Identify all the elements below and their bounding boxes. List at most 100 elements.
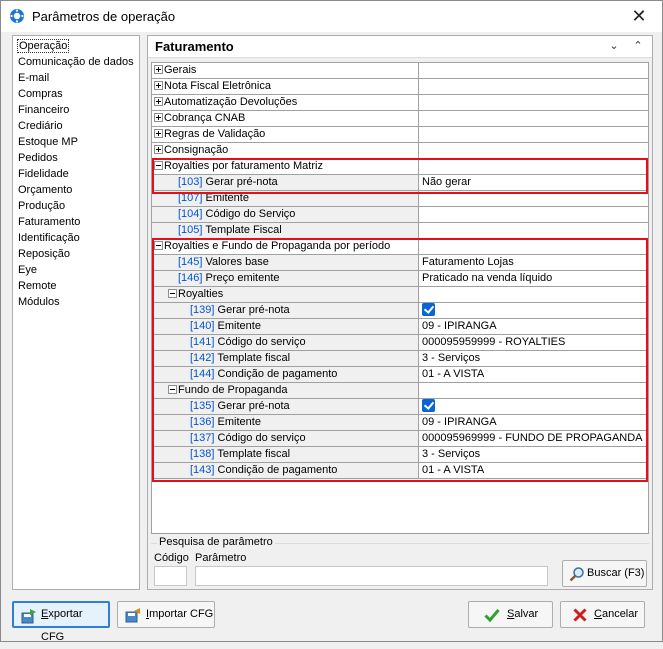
checkbox-checked-icon[interactable] [422, 303, 435, 316]
parameter-row[interactable]: [107] Emitente [152, 191, 648, 207]
group-row[interactable]: Royalties e Fundo de Propaganda por perí… [152, 239, 648, 255]
parameter-value-cell[interactable] [419, 239, 648, 255]
parameter-row[interactable]: [141] Código do serviço 000095959999 - RO… [152, 335, 648, 351]
expand-plus-icon[interactable] [154, 128, 163, 138]
parameter-value-cell[interactable] [419, 111, 648, 127]
group-row[interactable]: Royalties por faturamento Matriz [152, 159, 648, 175]
parameter-value-cell[interactable]: 09 - IPIRANGA [419, 319, 648, 335]
parameter-code: [140] [190, 320, 215, 332]
salvar-button[interactable]: Salvar [468, 601, 553, 628]
parameter-value-cell[interactable]: Faturamento Lojas [419, 255, 648, 271]
group-row[interactable]: Regras de Validação [152, 127, 648, 143]
category-item[interactable]: Crediário [13, 118, 139, 134]
category-item[interactable]: Remote [13, 278, 139, 294]
parameter-value-cell[interactable] [419, 303, 648, 319]
parameter-value-cell[interactable]: 09 - IPIRANGA [419, 415, 648, 431]
parameter-value-cell[interactable]: Não gerar [419, 175, 648, 191]
category-item[interactable]: E-mail [13, 70, 139, 86]
category-item[interactable]: Módulos [13, 294, 139, 310]
category-item[interactable]: Reposição [13, 246, 139, 262]
buscar-button[interactable]: Buscar (F3) [562, 560, 647, 587]
close-button[interactable]: ✕ [616, 1, 662, 31]
group-row[interactable]: Gerais [152, 63, 648, 79]
collapse-minus-icon[interactable] [168, 384, 177, 394]
parameter-row[interactable]: [139] Gerar pré-nota [152, 303, 648, 319]
parameter-row[interactable]: [136] Emitente 09 - IPIRANGA [152, 415, 648, 431]
category-item[interactable]: Operação [13, 38, 139, 54]
category-item[interactable]: Identificação [13, 230, 139, 246]
group-row[interactable]: Cobrança CNAB [152, 111, 648, 127]
parameter-value-cell[interactable]: 3 - Serviços [419, 447, 648, 463]
group-row[interactable]: Fundo de Propaganda [152, 383, 648, 399]
parameter-value-cell[interactable] [419, 159, 648, 175]
parameter-row[interactable]: [143] Condição de pagamento 01 - A VISTA [152, 463, 648, 479]
parameter-row[interactable]: [142] Template fiscal 3 - Serviços [152, 351, 648, 367]
category-item[interactable]: Orçamento [13, 182, 139, 198]
parameter-label: Gerais [164, 64, 197, 76]
parameter-value-cell[interactable]: 000095969999 - FUNDO DE PROPAGANDA [419, 431, 648, 447]
category-item[interactable]: Faturamento [13, 214, 139, 230]
parameter-value-cell[interactable] [419, 127, 648, 143]
collapse-minus-icon[interactable] [154, 240, 163, 250]
group-row[interactable]: Automatização Devoluções [152, 95, 648, 111]
group-row[interactable]: Royalties [152, 287, 648, 303]
category-item[interactable]: Fidelidade [13, 166, 139, 182]
parameter-value-cell[interactable] [419, 383, 648, 399]
parameter-row[interactable]: [140] Emitente 09 - IPIRANGA [152, 319, 648, 335]
parameter-value-cell[interactable] [419, 191, 648, 207]
parameter-value-cell[interactable]: 000095959999 - ROYALTIES [419, 335, 648, 351]
category-label: Faturamento [18, 216, 81, 228]
checkbox-checked-icon[interactable] [422, 399, 435, 412]
expand-all-icon[interactable]: ⌃ [629, 37, 647, 55]
category-item[interactable]: Compras [13, 86, 139, 102]
collapse-minus-icon[interactable] [168, 288, 177, 298]
parameter-row[interactable]: [138] Template fiscal 3 - Serviços [152, 447, 648, 463]
category-list[interactable]: Operação Comunicação de dados E-mail Compra… [12, 35, 140, 590]
parameter-value-cell[interactable] [419, 207, 648, 223]
category-item[interactable]: Financeiro [13, 102, 139, 118]
collapse-minus-icon[interactable] [154, 160, 163, 170]
collapse-all-icon[interactable]: ⌄ [605, 37, 623, 55]
group-row[interactable]: Nota Fiscal Eletrônica [152, 79, 648, 95]
parameter-value-cell[interactable]: 01 - A VISTA [419, 367, 648, 383]
parameter-label: Fundo de Propaganda [178, 384, 288, 396]
parametro-input[interactable] [195, 566, 548, 586]
parameter-row[interactable]: [104] Código do Serviço [152, 207, 648, 223]
importar-cfg-button[interactable]: Importar CFG [117, 601, 215, 628]
category-item[interactable]: Estoque MP [13, 134, 139, 150]
category-item[interactable]: Pedidos [13, 150, 139, 166]
parameter-value-cell[interactable] [419, 143, 648, 159]
parameter-row[interactable]: [105] Template Fiscal [152, 223, 648, 239]
category-item[interactable]: Eye [13, 262, 139, 278]
parameter-value-cell[interactable] [419, 399, 648, 415]
parameter-name-cell: [145] Valores base [152, 255, 419, 271]
expand-plus-icon[interactable] [154, 112, 163, 122]
parameter-value-cell[interactable] [419, 287, 648, 303]
cancelar-button[interactable]: Cancelar [560, 601, 645, 628]
parameter-value-cell[interactable] [419, 79, 648, 95]
expand-plus-icon[interactable] [154, 64, 163, 74]
expand-plus-icon[interactable] [154, 80, 163, 90]
category-label: E-mail [18, 72, 50, 84]
category-item[interactable]: Produção [13, 198, 139, 214]
parameter-row[interactable]: [145] Valores base Faturamento Lojas [152, 255, 648, 271]
expand-plus-icon[interactable] [154, 96, 163, 106]
codigo-input[interactable] [154, 566, 187, 586]
parameter-value-cell[interactable]: 3 - Serviços [419, 351, 648, 367]
parameter-row[interactable]: [103] Gerar pré-nota Não gerar [152, 175, 648, 191]
parameter-row[interactable]: [144] Condição de pagamento 01 - A VISTA [152, 367, 648, 383]
parameter-value-cell[interactable]: Praticado na venda líquido [419, 271, 648, 287]
expand-plus-icon[interactable] [154, 144, 163, 154]
parameter-row[interactable]: [137] Código do serviço 000095969999 - FU… [152, 431, 648, 447]
parameter-row[interactable]: [135] Gerar pré-nota [152, 399, 648, 415]
exportar-cfg-button[interactable]: Exportar CFG [12, 601, 110, 643]
parameter-code: [107] [178, 192, 203, 204]
category-item[interactable]: Comunicação de dados [13, 54, 139, 70]
parameter-grid[interactable]: Gerais Nota Fiscal Eletrônica Automatizaçã… [151, 62, 649, 534]
parameter-row[interactable]: [146] Preço emitente Praticado na venda l… [152, 271, 648, 287]
parameter-value-cell[interactable] [419, 223, 648, 239]
parameter-value-cell[interactable]: 01 - A VISTA [419, 463, 648, 479]
parameter-value-cell[interactable] [419, 95, 648, 111]
group-row[interactable]: Consignação [152, 143, 648, 159]
parameter-value-cell[interactable] [419, 63, 648, 79]
